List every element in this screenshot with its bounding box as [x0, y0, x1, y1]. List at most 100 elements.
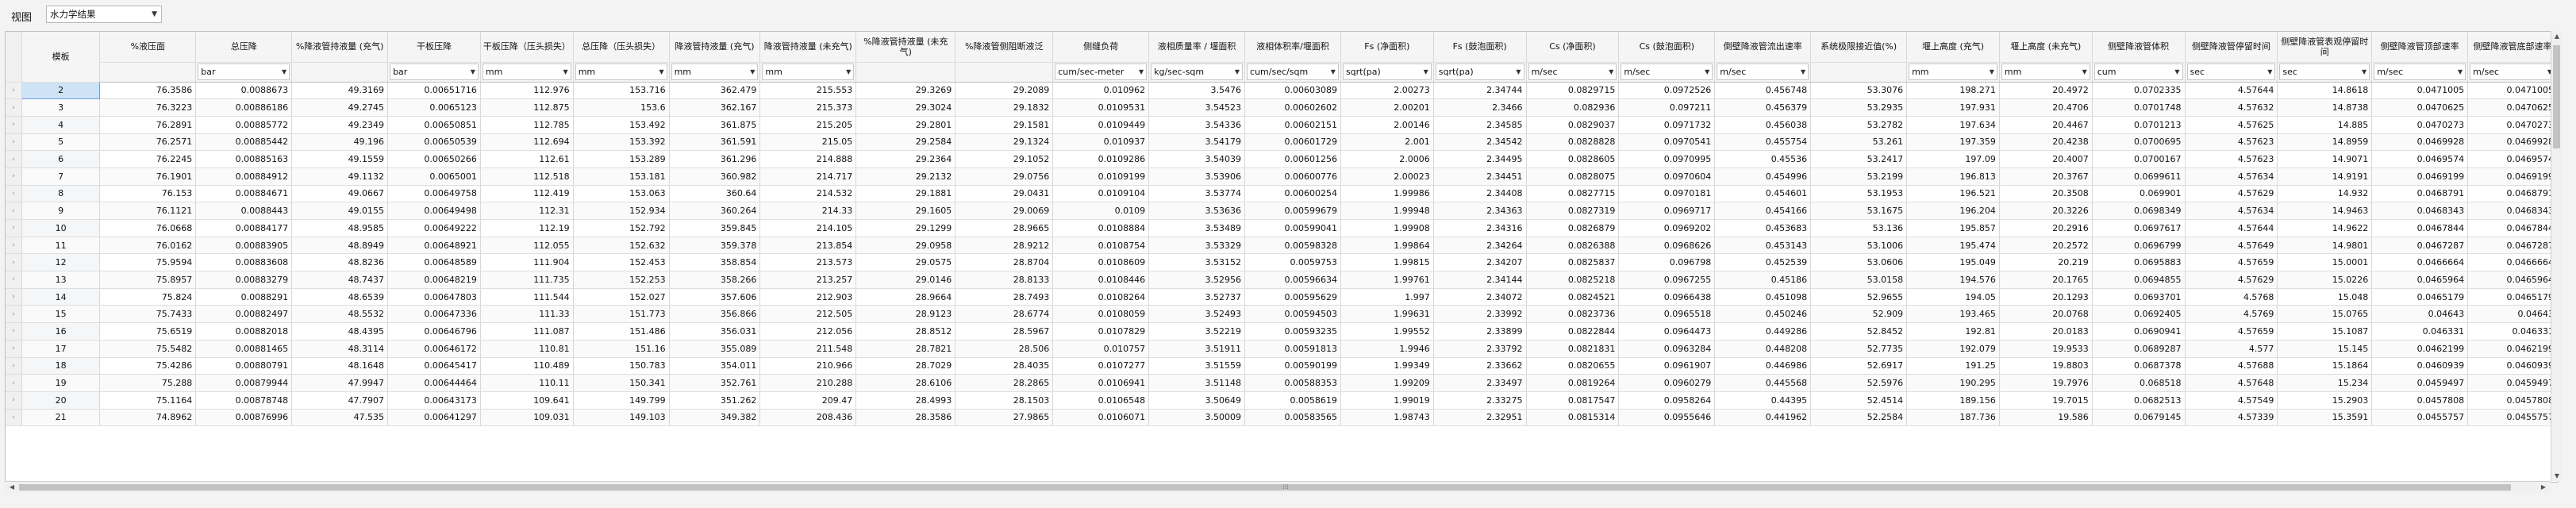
table-cell[interactable]: 0.0822844	[1526, 322, 1620, 341]
table-cell[interactable]: 197.634	[1906, 116, 2000, 134]
table-cell[interactable]: 53.136	[1810, 219, 1908, 237]
table-cell[interactable]: 0.0963284	[1618, 340, 1716, 358]
table-cell[interactable]: 153.6	[573, 98, 670, 117]
table-cell[interactable]: 0.44395	[1714, 391, 1812, 410]
table-cell[interactable]: 149.103	[573, 409, 670, 427]
table-cell[interactable]: 193.465	[1906, 305, 2000, 324]
table-cell[interactable]: 0.0971732	[1618, 116, 1716, 134]
view-select[interactable]: 水力学结果 ▼	[46, 6, 162, 23]
table-cell[interactable]: 29.0146	[855, 271, 956, 289]
unit-select[interactable]: mm ▼	[1909, 64, 1997, 80]
table-cell[interactable]: 0.00884177	[195, 219, 293, 237]
table-cell[interactable]: 3.53489	[1148, 219, 1246, 237]
table-cell[interactable]: 0.453683	[1714, 219, 1812, 237]
table-cell[interactable]: 28.6106	[855, 374, 956, 392]
table-cell[interactable]: 15.2903	[2277, 391, 2373, 410]
column-header[interactable]: 系统极限接近值(%)	[1810, 32, 1908, 63]
table-cell[interactable]: 15.0226	[2277, 271, 2373, 289]
table-cell[interactable]: 112.694	[480, 133, 574, 152]
table-cell[interactable]: 2.0006	[1340, 150, 1434, 168]
table-cell[interactable]: 28.7821	[855, 340, 956, 358]
table-cell[interactable]: 215.553	[759, 82, 857, 100]
table-cell[interactable]: 0.0460939	[2371, 357, 2469, 375]
table-row[interactable]: › 2 76.3586 0.0088673 49.3169 0.00651716 112.9…	[6, 81, 2558, 100]
table-cell[interactable]: 0.0465179	[2371, 288, 2469, 306]
table-row[interactable]: › 8 76.153 0.00884671 49.0667 0.00649758 112.4…	[6, 185, 2558, 203]
table-cell[interactable]: 356.031	[669, 322, 761, 341]
row-selector[interactable]: ›	[6, 98, 22, 117]
table-cell[interactable]: 28.8512	[855, 322, 956, 341]
table-row[interactable]: › 20 75.1164 0.00878748 47.7907 0.00643173 109…	[6, 391, 2558, 410]
table-cell[interactable]: 195.474	[1906, 237, 2000, 255]
table-cell[interactable]: 0.45186	[1714, 271, 1812, 289]
column-header[interactable]: 侧缝负荷	[1052, 32, 1150, 63]
table-cell[interactable]: 0.0459497	[2371, 374, 2469, 392]
table-cell[interactable]: 20.3767	[1999, 167, 2093, 186]
row-id-cell[interactable]: 16	[21, 322, 101, 341]
table-cell[interactable]: 4.57634	[2185, 202, 2278, 220]
table-cell[interactable]: 0.010937	[1052, 133, 1150, 152]
table-cell[interactable]: 352.761	[669, 374, 761, 392]
table-cell[interactable]: 2.34363	[1433, 202, 1527, 220]
unit-select[interactable]: bar ▼	[198, 64, 290, 80]
table-cell[interactable]: 28.4035	[955, 357, 1054, 375]
table-cell[interactable]: 4.57659	[2185, 322, 2278, 341]
table-cell[interactable]: 28.9123	[855, 305, 956, 324]
row-id-cell[interactable]: 10	[21, 219, 101, 237]
table-cell[interactable]: 3.5476	[1148, 82, 1246, 100]
table-cell[interactable]: 14.932	[2277, 185, 2373, 203]
table-cell[interactable]: 0.00588353	[1244, 374, 1341, 392]
table-cell[interactable]: 3.51559	[1148, 357, 1246, 375]
row-id-cell[interactable]: 12	[21, 253, 101, 272]
table-cell[interactable]: 3.52956	[1148, 271, 1246, 289]
table-cell[interactable]: 0.0696799	[2092, 237, 2186, 255]
table-cell[interactable]: 28.9665	[955, 219, 1054, 237]
table-cell[interactable]: 29.2089	[955, 82, 1054, 100]
table-cell[interactable]: 4.57629	[2185, 271, 2278, 289]
column-header[interactable]: %降液管侧阻断液泛	[955, 32, 1054, 63]
table-cell[interactable]: 0.0471005	[2371, 82, 2469, 100]
table-cell[interactable]: 20.4972	[1999, 82, 2093, 100]
table-cell[interactable]: 0.097211	[1618, 98, 1716, 117]
table-row[interactable]: › 3 76.3223 0.00886186 49.2745 0.0065123 112.8…	[6, 98, 2558, 117]
table-cell[interactable]: 0.0820655	[1526, 357, 1620, 375]
table-cell[interactable]: 29.1832	[955, 98, 1054, 117]
table-cell[interactable]: 0.010962	[1052, 82, 1150, 100]
table-cell[interactable]: 152.792	[573, 219, 670, 237]
table-cell[interactable]: 0.0690941	[2092, 322, 2186, 341]
table-cell[interactable]: 75.8957	[99, 271, 197, 289]
table-row[interactable]: › 18 75.4286 0.00880791 48.1648 0.00645417 110…	[6, 357, 2558, 375]
table-cell[interactable]: 20.0768	[1999, 305, 2093, 324]
table-cell[interactable]: 0.00583565	[1244, 409, 1341, 427]
unit-select[interactable]: sqrt(pa) ▼	[1342, 64, 1432, 80]
table-cell[interactable]: 0.00591813	[1244, 340, 1341, 358]
table-cell[interactable]: 29.0575	[855, 253, 956, 272]
table-cell[interactable]: 0.0462199	[2467, 340, 2558, 358]
table-cell[interactable]: 28.5967	[955, 322, 1054, 341]
table-cell[interactable]: 0.00650851	[387, 116, 481, 134]
table-row[interactable]: › 14 75.824 0.0088291 48.6539 0.00647803 111.5…	[6, 288, 2558, 306]
table-cell[interactable]: 4.57623	[2185, 150, 2278, 168]
table-cell[interactable]: 362.479	[669, 82, 761, 100]
table-cell[interactable]: 4.57644	[2185, 82, 2278, 100]
table-cell[interactable]: 0.0466664	[2467, 253, 2558, 272]
table-cell[interactable]: 52.909	[1810, 305, 1908, 324]
table-cell[interactable]: 52.7735	[1810, 340, 1908, 358]
table-cell[interactable]: 0.00879944	[195, 374, 293, 392]
table-cell[interactable]: 0.456038	[1714, 116, 1812, 134]
table-cell[interactable]: 0.0828828	[1526, 133, 1620, 152]
column-header[interactable]: %液压面	[99, 32, 197, 63]
table-cell[interactable]: 0.00881465	[195, 340, 293, 358]
table-cell[interactable]: 112.976	[480, 82, 574, 100]
table-cell[interactable]: 109.641	[480, 391, 574, 410]
table-cell[interactable]: 0.00602151	[1244, 116, 1341, 134]
table-cell[interactable]: 0.082936	[1526, 98, 1620, 117]
table-cell[interactable]: 0.454166	[1714, 202, 1812, 220]
table-cell[interactable]: 0.0972526	[1618, 82, 1716, 100]
table-cell[interactable]: 0.456748	[1714, 82, 1812, 100]
table-cell[interactable]: 351.262	[669, 391, 761, 410]
table-cell[interactable]: 52.5976	[1810, 374, 1908, 392]
table-cell[interactable]: 48.9585	[291, 219, 389, 237]
table-cell[interactable]: 1.99815	[1340, 253, 1434, 272]
table-cell[interactable]: 2.34072	[1433, 288, 1527, 306]
